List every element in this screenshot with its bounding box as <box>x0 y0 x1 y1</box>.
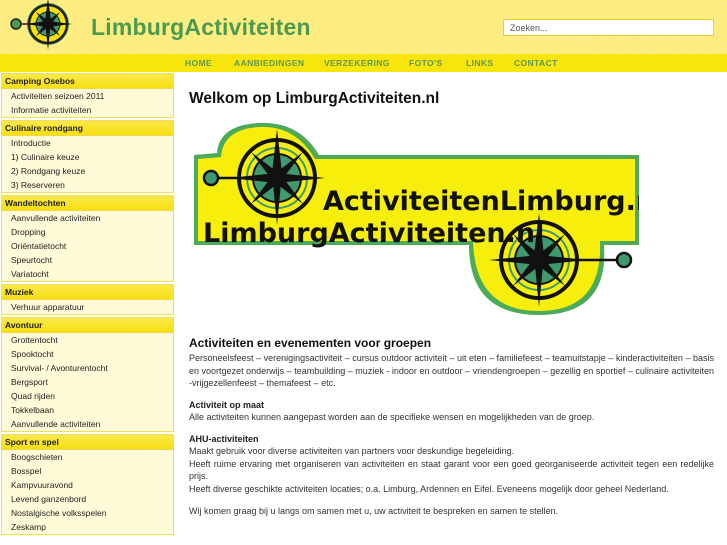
block-text: Heeft ruime ervaring met organiseren van… <box>189 458 714 482</box>
banner-line-1: ActiviteitenLimburg.nl <box>323 186 639 217</box>
banner-logo: ActiviteitenLimburg.nl LimburgActiviteit… <box>194 122 664 315</box>
section-title: Activiteiten en evenementen voor groepen <box>189 336 432 350</box>
sidebar-item[interactable]: Oriëntatietocht <box>2 239 173 253</box>
nav-home[interactable]: HOME <box>185 58 212 68</box>
closing-text: Wij komen graag bij u langs om samen met… <box>189 506 559 516</box>
block-text: Heeft diverse geschikte activiteiten loc… <box>189 483 669 494</box>
sidebar-category-title: Muziek <box>2 285 173 300</box>
sidebar-item[interactable]: Variatocht <box>2 267 173 281</box>
sidebar-item[interactable]: Aanvullende activiteiten <box>2 417 173 431</box>
block-text: Maakt gebruik voor diverse activiteiten … <box>189 446 515 456</box>
sidebar-item[interactable]: Dropping <box>2 225 173 239</box>
block-title: Activiteit op maat <box>189 399 265 410</box>
page-title: Welkom op LimburgActiviteiten.nl <box>189 90 440 107</box>
site-header: LimburgActiviteiten <box>0 0 727 54</box>
sidebar-category-title: Wandeltochten <box>2 196 173 211</box>
sidebar-item[interactable]: Boogschieten <box>2 450 173 464</box>
sidebar-item[interactable]: Aanvullende activiteiten <box>2 211 173 225</box>
sidebar-item[interactable]: 2) Rondgang keuze <box>2 164 173 178</box>
sidebar-category-title: Avontuur <box>2 318 173 333</box>
block-text: Alle activiteiten kunnen aangepast worde… <box>189 412 595 422</box>
nav-aanbiedingen[interactable]: AANBIEDINGEN <box>234 58 304 68</box>
sidebar-category-title: Sport en spel <box>2 435 173 450</box>
block-title: AHU-activiteiten <box>189 433 259 444</box>
sidebar-category-title: Camping Osebos <box>2 74 173 89</box>
sidebar-category-sport: Sport en spel Boogschieten Bosspel Kampv… <box>1 434 174 535</box>
sidebar-item[interactable]: 3) Reserveren <box>2 178 173 192</box>
sidebar-category-muziek: Muziek Verhuur apparatuur <box>1 284 174 315</box>
sidebar-category-camping: Camping Osebos Activiteiten seizoen 2011… <box>1 73 174 118</box>
sidebar-item[interactable]: Bergsport <box>2 375 173 389</box>
sidebar-item[interactable]: Kampvuuravond <box>2 478 173 492</box>
sidebar-item[interactable]: Nostalgische volksspelen <box>2 506 173 520</box>
nav-fotos[interactable]: FOTO'S <box>409 58 443 68</box>
sidebar-item[interactable]: 1) Culinaire keuze <box>2 150 173 164</box>
banner-line-2: LimburgActiviteiten.nl <box>203 218 544 249</box>
sidebar-item[interactable]: Activiteiten seizoen 2011 <box>2 89 173 103</box>
sidebar-item[interactable]: Zeskamp <box>2 520 173 534</box>
sidebar: Camping Osebos Activiteiten seizoen 2011… <box>1 73 174 537</box>
sidebar-item[interactable]: Informatie activiteiten <box>2 103 173 117</box>
sidebar-item[interactable]: Bosspel <box>2 464 173 478</box>
sidebar-category-culinair: Culinaire rondgang Introductie 1) Culina… <box>1 120 174 193</box>
search-input[interactable] <box>503 19 714 36</box>
sidebar-item[interactable]: Levend ganzenbord <box>2 492 173 506</box>
sidebar-item[interactable]: Speurtocht <box>2 253 173 267</box>
nav-verzekering[interactable]: VERZEKERING <box>324 58 390 68</box>
sidebar-item[interactable]: Spooktocht <box>2 347 173 361</box>
sidebar-category-wandeltochten: Wandeltochten Aanvullende activiteiten D… <box>1 195 174 282</box>
sidebar-category-title: Culinaire rondgang <box>2 121 173 136</box>
nav-links[interactable]: LINKS <box>466 58 494 68</box>
sidebar-item[interactable]: Tokkelbaan <box>2 403 173 417</box>
sidebar-item[interactable]: Introductie <box>2 136 173 150</box>
sidebar-item[interactable]: Survival- / Avonturentocht <box>2 361 173 375</box>
sidebar-item[interactable]: Grottentocht <box>2 333 173 347</box>
sidebar-category-avontuur: Avontuur Grottentocht Spooktocht Surviva… <box>1 317 174 432</box>
main-content: Welkom op LimburgActiviteiten.nl Activit… <box>189 90 714 518</box>
compass-icon[interactable] <box>6 0 78 54</box>
intro-text: Personeelsfeest – verenigingsactiviteit … <box>189 353 714 388</box>
sidebar-item[interactable]: Quad rijden <box>2 389 173 403</box>
sidebar-item[interactable]: Verhuur apparatuur <box>2 300 173 314</box>
site-title[interactable]: LimburgActiviteiten <box>91 14 311 41</box>
main-nav: HOME AANBIEDINGEN VERZEKERING FOTO'S LIN… <box>0 54 727 72</box>
nav-contact[interactable]: CONTACT <box>514 58 558 68</box>
